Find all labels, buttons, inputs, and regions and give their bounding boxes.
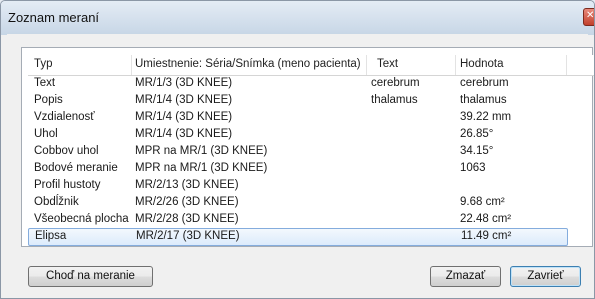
- cell-value: 26.85°: [460, 128, 494, 140]
- table-row[interactable]: Bodové meranie MPR na MR/1 (3D KNEE) 1063: [28, 161, 568, 178]
- table-row[interactable]: Uhol MR/1/4 (3D KNEE) 26.85°: [28, 127, 568, 144]
- cell-value: 1063: [460, 162, 486, 174]
- cell-type: Uhol: [34, 128, 58, 140]
- column-header-value[interactable]: Hodnota: [460, 58, 503, 70]
- cell-location: MR/1/4 (3D KNEE): [135, 94, 233, 106]
- cell-location: MR/2/28 (3D KNEE): [135, 213, 239, 225]
- cell-type: Všeobecná plocha: [34, 213, 129, 225]
- cell-location: MPR na MR/1 (3D KNEE): [135, 162, 268, 174]
- cell-type: Profil hustoty: [34, 179, 101, 191]
- cell-location: MR/1/4 (3D KNEE): [135, 111, 233, 123]
- list-rows: Text MR/1/3 (3D KNEE) cerebrum cerebrum Popi…: [28, 76, 568, 246]
- cell-value: 9.68 cm²: [460, 196, 505, 208]
- cell-type: Popis: [34, 94, 63, 106]
- cell-text: thalamus: [371, 94, 418, 106]
- column-header-text[interactable]: Text: [377, 58, 398, 70]
- column-header-type[interactable]: Typ: [34, 58, 53, 70]
- cell-value: cerebrum: [460, 77, 509, 89]
- column-header-location[interactable]: Umiestnenie: Séria/Snímka (meno pacienta…: [135, 58, 361, 70]
- column-separator[interactable]: [131, 55, 132, 75]
- cell-value: 22.48 cm²: [460, 213, 512, 225]
- close-icon: ✕: [586, 10, 595, 21]
- table-row[interactable]: Všeobecná plocha MR/2/28 (3D KNEE) 22.48 c…: [28, 212, 568, 229]
- cell-location: MR/2/17 (3D KNEE): [136, 230, 240, 242]
- delete-button[interactable]: Zmazať: [430, 266, 501, 287]
- cell-type: Text: [34, 77, 56, 89]
- window-title: Zoznam meraní: [8, 10, 100, 25]
- cell-value: 11.49 cm²: [461, 230, 512, 242]
- cell-type: Obdĺžnik: [34, 196, 79, 208]
- cell-location: MR/1/3 (3D KNEE): [135, 77, 233, 89]
- cell-type: Elipsa: [35, 230, 67, 242]
- list-header: Typ Umiestnenie: Séria/Snímka (meno paci…: [28, 55, 594, 76]
- table-row[interactable]: Profil hustoty MR/2/13 (3D KNEE): [28, 178, 568, 195]
- cell-location: MPR na MR/1 (3D KNEE): [135, 145, 268, 157]
- table-row[interactable]: Text MR/1/3 (3D KNEE) cerebrum cerebrum: [28, 76, 568, 93]
- cell-value: thalamus: [460, 94, 507, 106]
- cell-value: 34.15°: [460, 145, 494, 157]
- table-row[interactable]: Elipsa MR/2/17 (3D KNEE) 11.49 cm²: [28, 228, 568, 246]
- close-window-button[interactable]: ✕: [583, 8, 595, 26]
- cell-location: MR/2/13 (3D KNEE): [135, 179, 239, 191]
- cell-type: Vzdialenosť: [34, 111, 95, 123]
- close-button[interactable]: Zavrieť: [510, 266, 581, 287]
- table-row[interactable]: Vzdialenosť MR/1/4 (3D KNEE) 39.22 mm: [28, 110, 568, 127]
- cell-location: MR/1/4 (3D KNEE): [135, 128, 233, 140]
- title-bar: Zoznam meraní ✕: [1, 1, 594, 35]
- table-row[interactable]: Obdĺžnik MR/2/26 (3D KNEE) 9.68 cm²: [28, 195, 568, 212]
- cell-location: MR/2/26 (3D KNEE): [135, 196, 239, 208]
- cell-type: Bodové meranie: [34, 162, 118, 174]
- cell-type: Cobbov uhol: [34, 145, 99, 157]
- column-separator[interactable]: [455, 55, 456, 75]
- table-row[interactable]: Cobbov uhol MPR na MR/1 (3D KNEE) 34.15°: [28, 144, 568, 161]
- cell-text: cerebrum: [371, 77, 420, 89]
- go-to-measurement-button[interactable]: Choď na meranie: [28, 266, 153, 287]
- column-separator[interactable]: [366, 55, 367, 75]
- column-separator[interactable]: [566, 55, 567, 75]
- cell-value: 39.22 mm: [460, 111, 512, 123]
- table-row[interactable]: Popis MR/1/4 (3D KNEE) thalamus thalamus: [28, 93, 568, 110]
